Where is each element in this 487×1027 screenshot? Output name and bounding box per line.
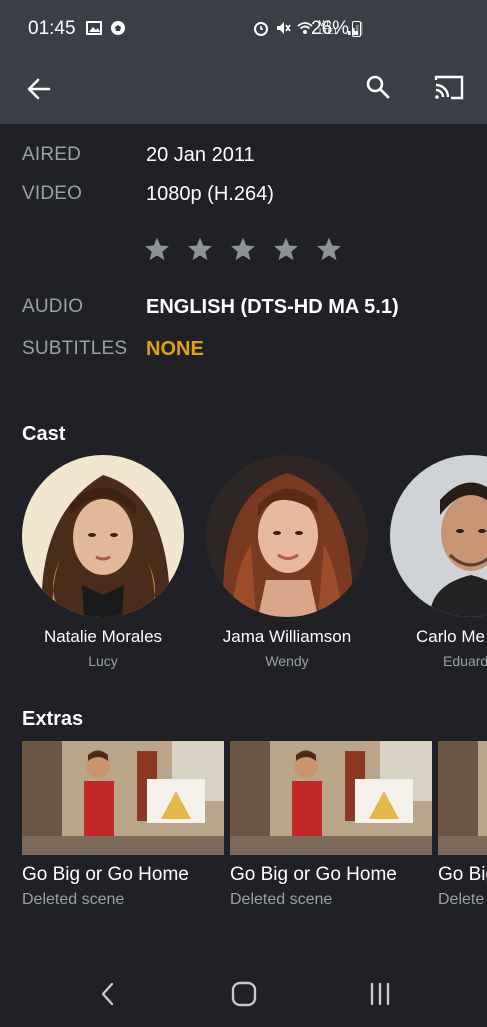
extra-title: Go Big <box>438 864 487 885</box>
cast-card[interactable]: Jama Williamson Wendy <box>202 455 372 669</box>
extra-subtitle: Deleted scene <box>230 891 333 908</box>
search-icon <box>366 75 390 99</box>
extra-card[interactable]: Go Big Delete <box>438 741 487 909</box>
aired-value: 20 Jan 2011 <box>146 143 255 166</box>
nav-back-icon <box>101 982 114 1006</box>
star-icon[interactable] <box>316 236 342 262</box>
cast-role: Eduard <box>443 653 487 669</box>
cast-title: Cast <box>22 423 66 445</box>
app-bar <box>0 58 487 124</box>
extra-thumbnail <box>22 741 224 855</box>
battery-percent: 26% <box>311 18 350 39</box>
cast-name: Carlo Me <box>416 627 485 646</box>
alarm-icon <box>254 22 268 36</box>
nav-recents-button[interactable] <box>360 978 400 1010</box>
avatar <box>206 455 368 617</box>
cast-name: Jama Williamson <box>222 627 352 646</box>
cast-button[interactable] <box>430 70 468 104</box>
nav-home-button[interactable] <box>224 978 264 1010</box>
star-icon[interactable] <box>187 236 213 262</box>
cast-role: Lucy <box>88 653 118 669</box>
nav-home-icon <box>231 981 257 1007</box>
extra-thumbnail <box>438 741 487 855</box>
extra-title: Go Big or Go Home <box>230 864 397 885</box>
status-left-icons <box>86 20 126 36</box>
subtitles-row[interactable]: SUBTITLES NONE <box>22 336 204 362</box>
star-icon[interactable] <box>230 236 256 262</box>
video-row: VIDEO 1080p (H.264) <box>22 181 274 207</box>
extra-title: Go Big or Go Home <box>22 864 189 885</box>
extra-card[interactable]: Go Big or Go Home Deleted scene <box>22 741 224 909</box>
extra-subtitle: Deleted scene <box>22 891 125 908</box>
video-value: 1080p (H.264) <box>146 182 274 205</box>
gallery-icon <box>86 21 102 35</box>
nav-recents-icon <box>370 982 390 1006</box>
rating-stars[interactable] <box>144 236 342 262</box>
cast-card[interactable]: Carlo Me Eduard <box>386 455 487 669</box>
back-arrow-icon <box>27 78 51 100</box>
cast-card[interactable]: Natalie Morales Lucy <box>18 455 188 669</box>
battery-icon <box>352 21 361 37</box>
extra-card[interactable]: Go Big or Go Home Deleted scene <box>230 741 432 909</box>
extra-subtitle: Delete <box>438 891 485 908</box>
status-time: 01:45 <box>28 18 76 39</box>
extra-thumbnail <box>230 741 432 855</box>
extras-title: Extras <box>22 708 84 730</box>
subtitles-value: NONE <box>146 337 204 360</box>
audio-label: AUDIO <box>22 296 84 317</box>
audio-row[interactable]: AUDIO ENGLISH (DTS-HD MA 5.1) <box>22 294 399 320</box>
aired-row: AIRED 20 Jan 2011 <box>22 142 255 168</box>
nav-back-button[interactable] <box>88 978 128 1010</box>
cast-icon <box>434 75 464 100</box>
star-icon[interactable] <box>273 236 299 262</box>
subtitles-label: SUBTITLES <box>22 338 128 359</box>
cast-name: Natalie Morales <box>43 627 163 646</box>
audio-value: ENGLISH (DTS-HD MA 5.1) <box>146 295 399 318</box>
back-button[interactable] <box>22 72 56 106</box>
star-icon[interactable] <box>144 236 170 262</box>
video-label: VIDEO <box>22 183 83 204</box>
cast-role: Wendy <box>265 653 309 669</box>
avatar <box>22 455 184 617</box>
soccer-icon <box>111 21 125 35</box>
mute-icon <box>277 22 291 34</box>
system-nav-bar <box>0 960 487 1027</box>
aired-label: AIRED <box>22 144 82 165</box>
status-bar: 01:45 Vo) LTE1 26% <box>0 0 487 58</box>
avatar <box>390 455 487 617</box>
search-button[interactable] <box>361 70 395 104</box>
